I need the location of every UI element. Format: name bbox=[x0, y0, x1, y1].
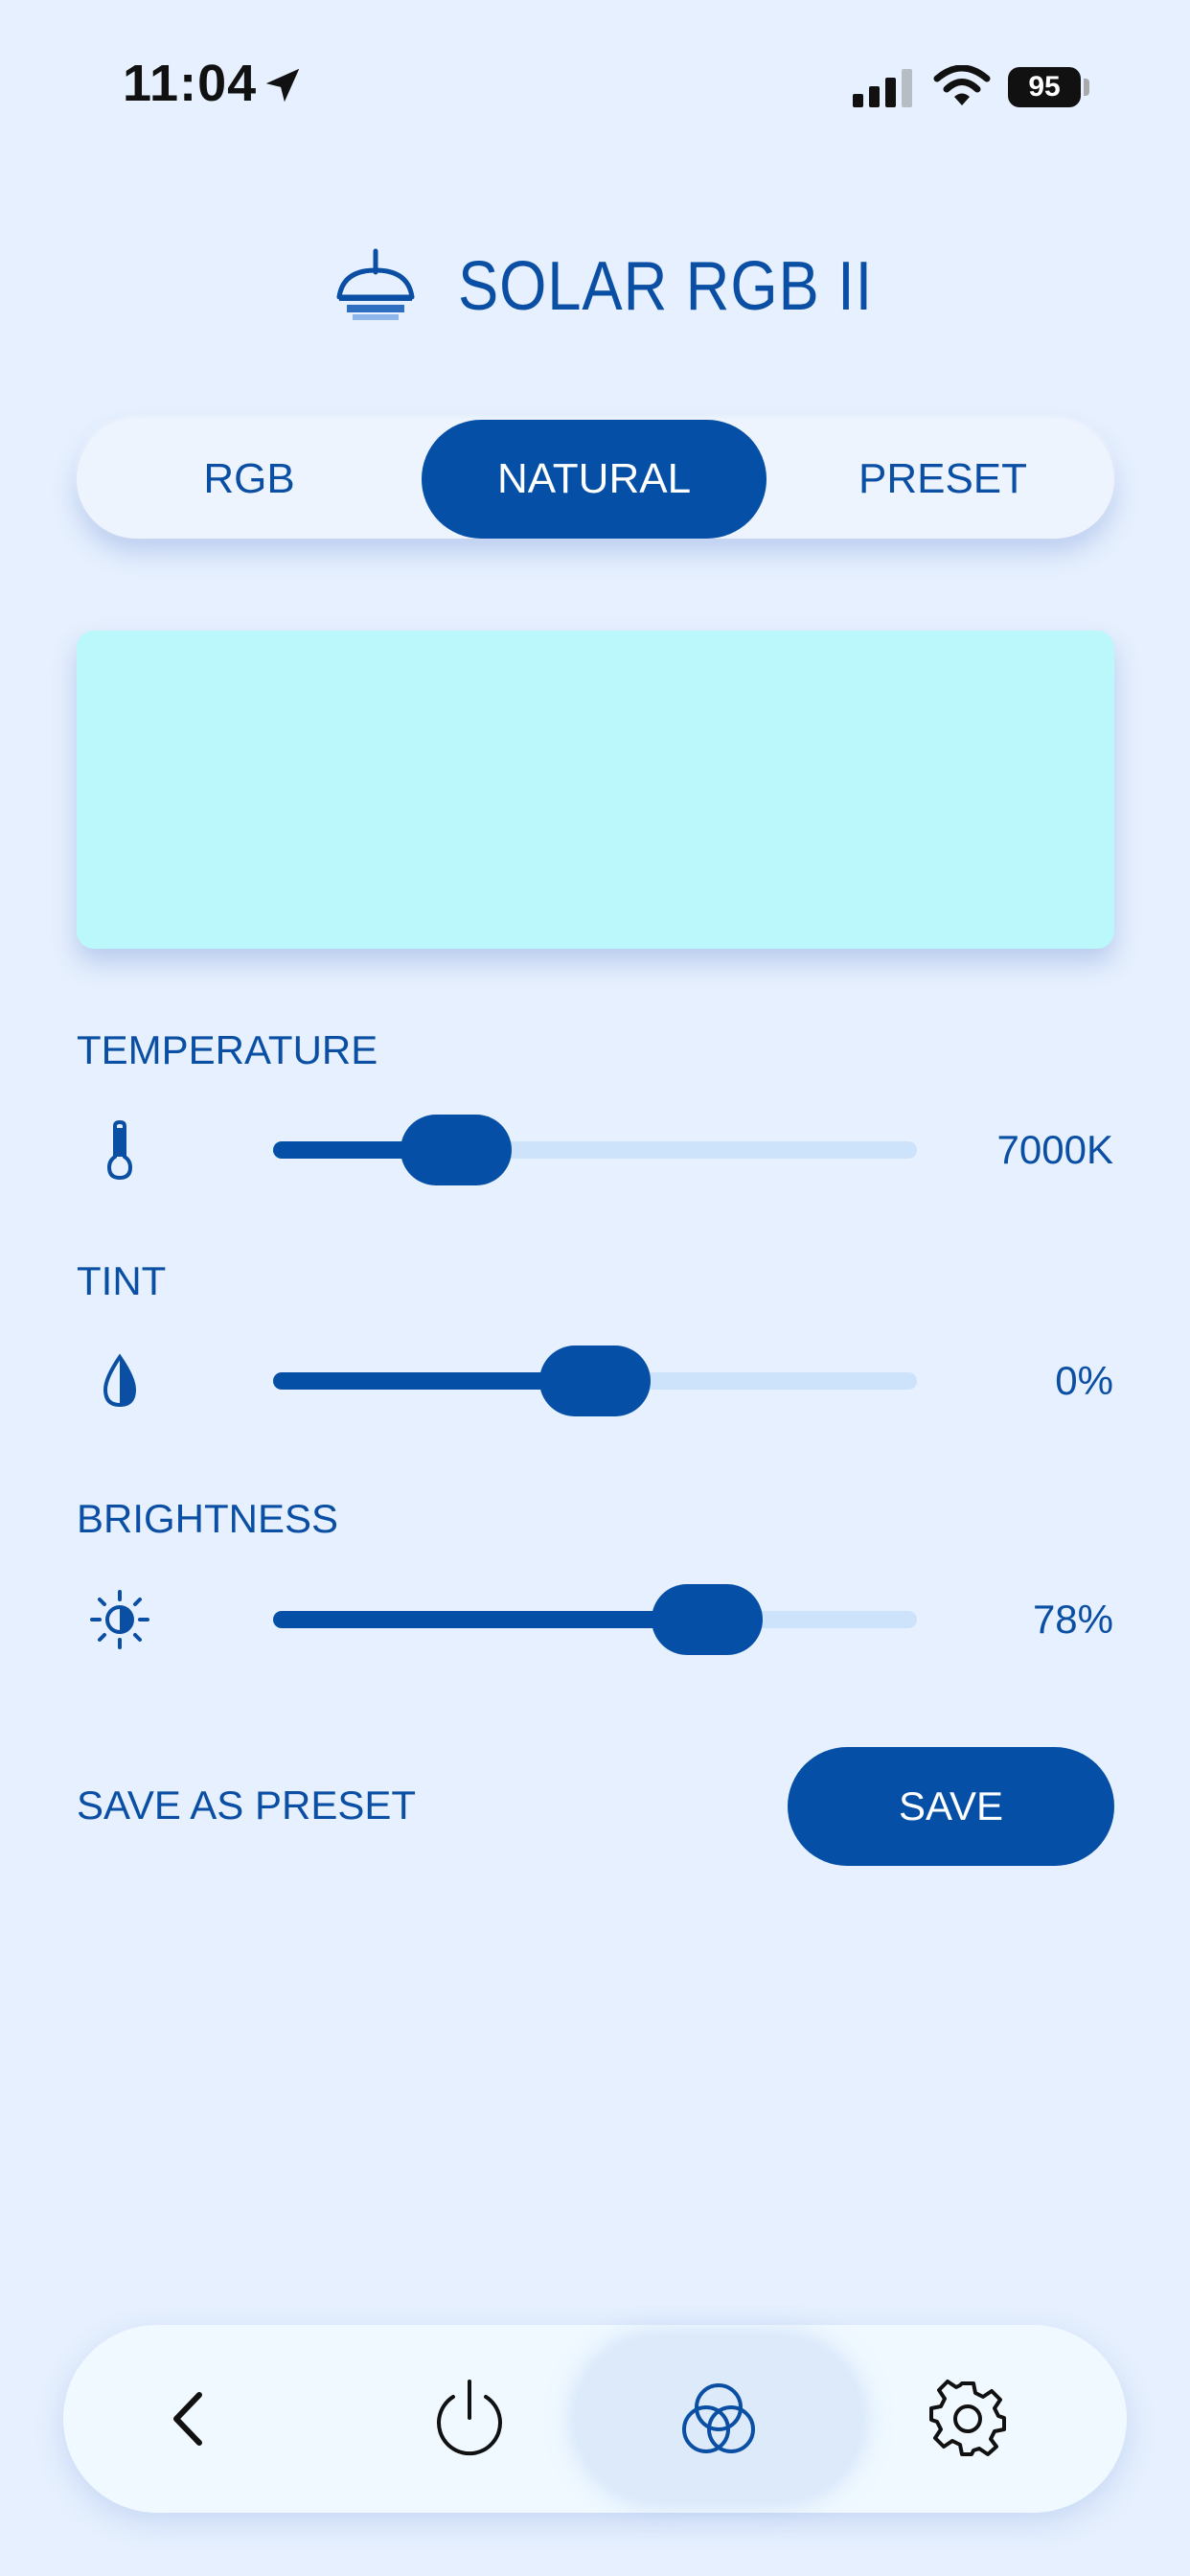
header: SOLAR RGB II bbox=[0, 240, 1190, 335]
bottom-nav bbox=[63, 2325, 1127, 2513]
temperature-label: TEMPERATURE bbox=[77, 1027, 378, 1072]
status-bar: 11:04 95 bbox=[0, 0, 1190, 172]
droplet-icon bbox=[103, 1353, 137, 1408]
location-arrow-icon bbox=[265, 68, 300, 103]
lamp-icon bbox=[336, 248, 415, 320]
power-icon bbox=[437, 2380, 502, 2456]
battery-cap bbox=[1084, 79, 1089, 96]
temperature-value: 7000K bbox=[996, 1127, 1113, 1172]
mode-segmented-control: RGB NATURAL PRESET bbox=[77, 420, 1114, 539]
back-button[interactable] bbox=[94, 2325, 286, 2513]
wifi-icon bbox=[933, 65, 991, 105]
color-circles-icon bbox=[682, 2383, 755, 2453]
brightness-icon bbox=[90, 1590, 149, 1649]
back-chevron-icon bbox=[173, 2392, 202, 2446]
thermometer-icon bbox=[106, 1119, 133, 1181]
cellular-signal-icon bbox=[853, 69, 912, 107]
tint-slider[interactable] bbox=[273, 1346, 917, 1416]
brightness-value: 78% bbox=[1032, 1597, 1113, 1642]
settings-button[interactable] bbox=[872, 2325, 1064, 2513]
tab-preset[interactable]: PRESET bbox=[770, 420, 1115, 539]
tab-rgb[interactable]: RGB bbox=[77, 420, 422, 539]
tab-natural[interactable]: NATURAL bbox=[422, 420, 767, 539]
tint-value: 0% bbox=[1055, 1358, 1113, 1403]
save-button[interactable]: SAVE bbox=[788, 1747, 1114, 1866]
temperature-slider[interactable] bbox=[273, 1115, 917, 1185]
tint-label: TINT bbox=[77, 1258, 167, 1303]
device-title: SOLAR RGB II bbox=[458, 248, 874, 325]
color-preview bbox=[77, 631, 1114, 949]
gear-icon bbox=[929, 2380, 1006, 2456]
status-time: 11:04 bbox=[123, 55, 258, 112]
tint-thumb[interactable] bbox=[539, 1346, 651, 1416]
temperature-thumb[interactable] bbox=[400, 1115, 513, 1185]
brightness-label: BRIGHTNESS bbox=[77, 1496, 339, 1541]
brightness-thumb[interactable] bbox=[651, 1584, 763, 1655]
color-mode-button[interactable] bbox=[575, 2336, 862, 2501]
brightness-fill bbox=[273, 1611, 707, 1628]
battery-icon: 95 bbox=[1008, 67, 1081, 107]
power-button[interactable] bbox=[374, 2325, 565, 2513]
save-as-preset-label: SAVE AS PRESET bbox=[77, 1782, 417, 1828]
brightness-slider[interactable] bbox=[273, 1584, 917, 1655]
